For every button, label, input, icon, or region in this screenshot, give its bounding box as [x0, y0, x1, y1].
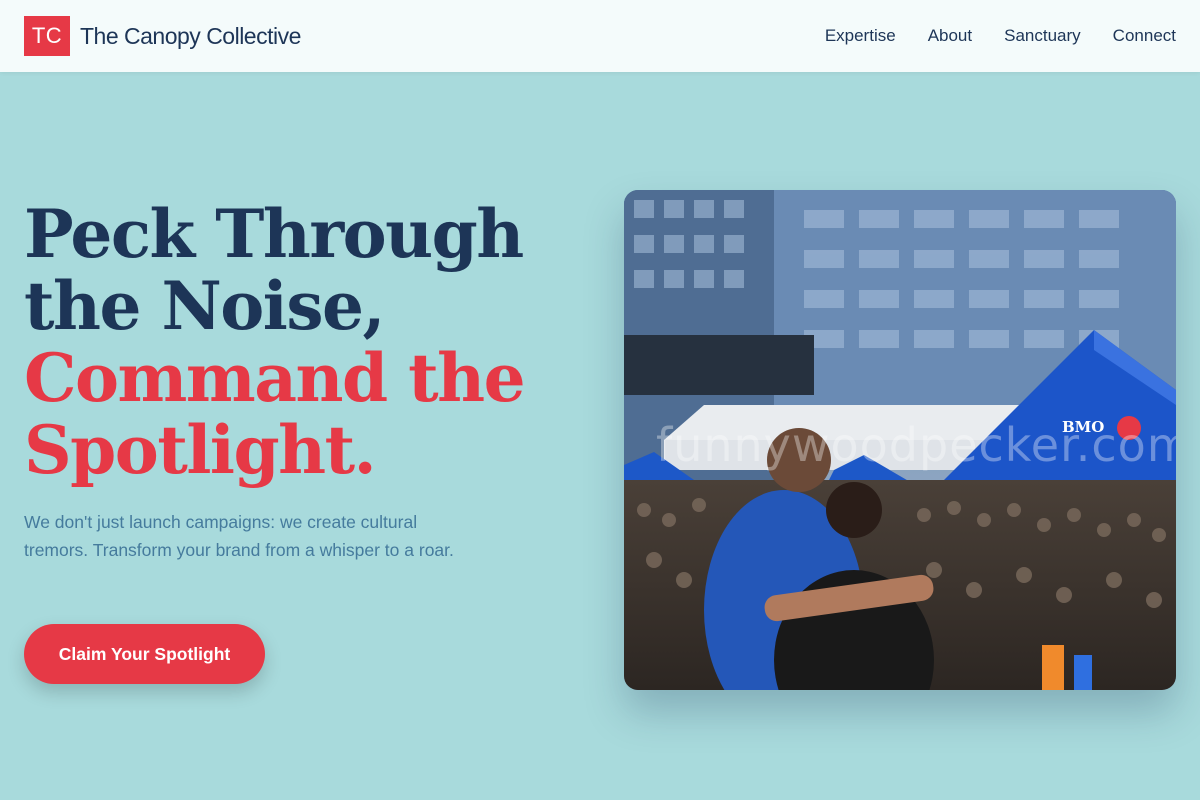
main-nav: Expertise About Sanctuary Connect	[825, 26, 1176, 46]
site-header: TC The Canopy Collective Expertise About…	[0, 0, 1200, 72]
headline-line-2: the Noise,	[24, 267, 386, 345]
nav-link-about[interactable]: About	[928, 26, 972, 46]
hero-subtext: We don't just launch campaigns: we creat…	[24, 512, 454, 560]
hero-text: Peck Through the Noise, Command the Spot…	[24, 198, 544, 564]
nav-link-sanctuary[interactable]: Sanctuary	[1004, 26, 1081, 46]
brand-link[interactable]: TC The Canopy Collective	[24, 16, 301, 56]
brand-name: The Canopy Collective	[80, 22, 301, 49]
headline-line-4: Spotlight.	[24, 411, 377, 489]
nav-link-expertise[interactable]: Expertise	[825, 26, 896, 46]
photo-watermark: funnywoodpecker.com	[656, 418, 1176, 472]
headline-line-3: Command the	[24, 339, 526, 417]
headline-line-1: Peck Through	[24, 195, 524, 273]
nav-link-connect[interactable]: Connect	[1113, 26, 1176, 46]
hero-photo: BMO funnywoodpecker.com	[624, 190, 1176, 690]
claim-spotlight-button[interactable]: Claim Your Spotlight	[24, 624, 265, 684]
hero-headline: Peck Through the Noise, Command the Spot…	[24, 198, 544, 486]
logo-badge: TC	[24, 16, 70, 56]
